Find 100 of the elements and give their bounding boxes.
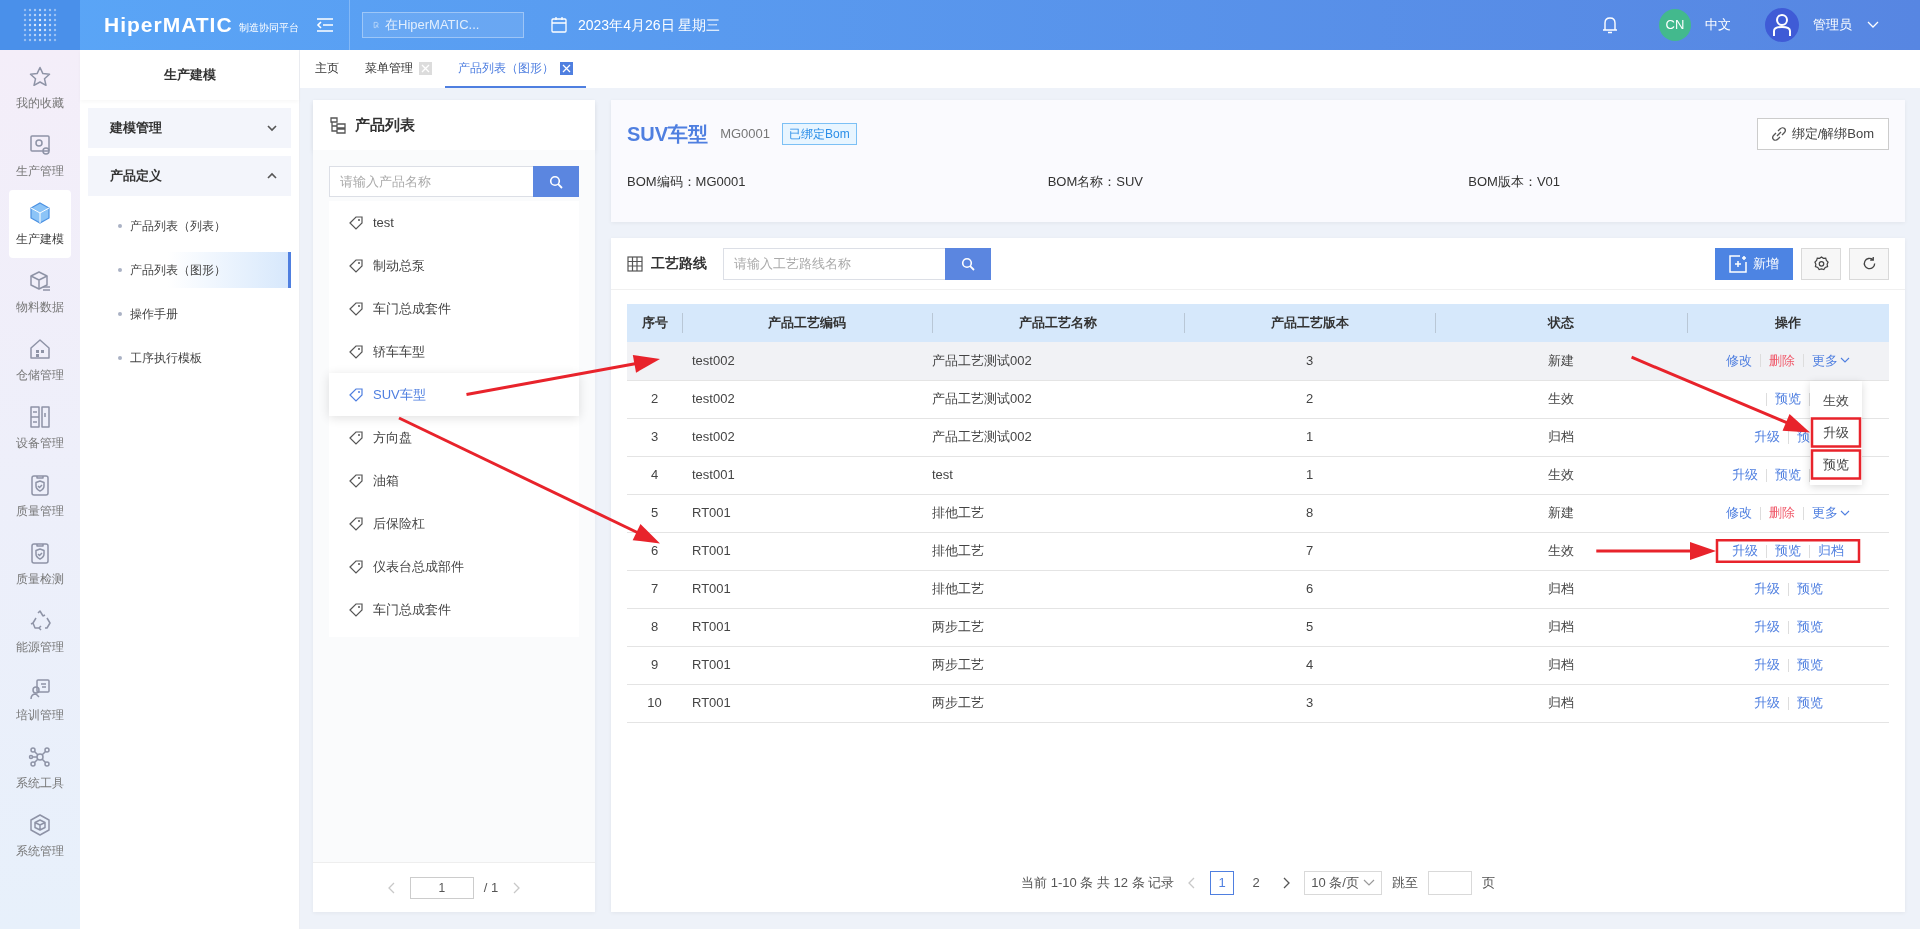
more-link[interactable]: 更多 — [1812, 503, 1850, 523]
box-icon — [28, 268, 52, 293]
field-text: BOM版本：V01 — [1468, 174, 1561, 189]
action-link[interactable]: 归档 — [1818, 541, 1844, 561]
menu-group[interactable]: 建模管理 — [88, 108, 291, 148]
page-jump-field[interactable] — [1427, 871, 1472, 895]
product-item[interactable]: test — [329, 201, 579, 244]
menu-item[interactable]: 生效 — [1810, 384, 1862, 417]
product-item[interactable]: 后保险杠 — [329, 502, 579, 545]
bind-bom-button[interactable]: 绑定/解绑Bom — [1756, 118, 1889, 150]
table-icon — [627, 255, 643, 272]
tab[interactable]: 菜单管理 — [352, 50, 445, 88]
menu-item[interactable]: 产品列表（列表） — [88, 208, 291, 244]
settings-button[interactable] — [1801, 247, 1841, 280]
refresh-button[interactable] — [1849, 247, 1889, 280]
action-link[interactable]: 修改 — [1726, 503, 1752, 523]
page-size-select[interactable]: 10 条/页 — [1304, 871, 1382, 895]
action-link[interactable]: 预览 — [1775, 465, 1801, 485]
rail-item[interactable]: 系统管理 — [9, 802, 71, 870]
product-item[interactable]: 油箱 — [329, 459, 579, 502]
action-link[interactable]: 预览 — [1796, 693, 1823, 713]
tag-icon — [349, 301, 363, 316]
add-button[interactable]: 新增 — [1715, 247, 1793, 280]
user-name[interactable]: 管理员 — [1813, 15, 1852, 35]
product-item[interactable]: 方向盘 — [329, 416, 579, 459]
action-link[interactable]: 修改 — [1726, 351, 1752, 371]
rail-item[interactable]: 生产建模 — [9, 190, 71, 258]
action-link[interactable]: 预览 — [1775, 389, 1801, 409]
action-link[interactable]: 升级 — [1753, 655, 1780, 675]
rail-item[interactable]: 培训管理 — [9, 666, 71, 734]
product-item[interactable]: 车门总成套件 — [329, 287, 579, 330]
action-link[interactable]: 升级 — [1732, 541, 1758, 561]
search-field[interactable]: 请输入工艺路线名称 — [723, 247, 945, 280]
close-icon[interactable] — [560, 61, 573, 75]
product-item[interactable]: 制动总泵 — [329, 244, 579, 287]
highlight-frame — [1810, 449, 1862, 480]
table-cell: 新建 — [1548, 353, 1574, 368]
table-cell: 归档 — [1548, 581, 1574, 597]
rail-item[interactable]: 我的收藏 — [9, 54, 71, 122]
rail-item[interactable]: 设备管理 — [9, 394, 71, 462]
table-cell: 2 — [1305, 391, 1314, 407]
shield-clipboard-icon — [28, 540, 52, 565]
chevron-right-icon — [512, 881, 521, 894]
chevron-down-icon — [1362, 879, 1375, 887]
action-link[interactable]: 预览 — [1775, 541, 1801, 561]
delete-link[interactable]: 删除 — [1769, 503, 1795, 523]
action-link[interactable]: 升级 — [1732, 465, 1758, 485]
action-link[interactable]: 升级 — [1753, 693, 1780, 713]
table-cell: 新建 — [1548, 505, 1574, 521]
language-badge[interactable]: CN — [1659, 9, 1691, 41]
table-cell: 生效 — [1548, 467, 1574, 483]
page-button[interactable]: 2 — [1244, 871, 1269, 895]
language-text[interactable]: 中文 — [1705, 15, 1731, 35]
product-item[interactable]: SUV车型 — [329, 373, 579, 416]
monitor-icon — [28, 132, 52, 157]
table-cell: RT001 — [692, 619, 731, 635]
menu-group[interactable]: 产品定义 — [88, 156, 291, 196]
search-field[interactable]: 请输入产品名称 — [329, 166, 533, 197]
rail-item[interactable]: 质量管理 — [9, 462, 71, 530]
search-button[interactable] — [945, 247, 991, 280]
chevron-down-icon[interactable] — [1866, 20, 1880, 30]
table-cell: 排他工艺 — [932, 581, 984, 597]
delete-link[interactable]: 删除 — [1769, 351, 1795, 371]
rail-item[interactable]: 系统工具 — [9, 734, 71, 802]
product-item[interactable]: 仪表台总成部件 — [329, 545, 579, 588]
table-cell: 7 — [650, 581, 659, 597]
shield-clipboard-icon — [28, 472, 52, 497]
page-button[interactable]: 1 — [1210, 871, 1235, 895]
search-icon — [549, 174, 563, 189]
network-icon — [28, 744, 52, 769]
action-link[interactable]: 预览 — [1796, 617, 1823, 637]
table-cell: 7 — [1305, 543, 1314, 559]
bell-icon[interactable] — [1601, 15, 1619, 35]
tab[interactable]: 主页 — [302, 50, 352, 88]
rail-item[interactable]: 仓储管理 — [9, 326, 71, 394]
action-link[interactable]: 预览 — [1796, 655, 1823, 675]
menu-item[interactable]: 工序执行模板 — [88, 340, 291, 376]
calendar-icon — [550, 16, 568, 34]
jump-label: 跳至 — [1391, 874, 1418, 893]
tag-icon — [349, 473, 363, 488]
action-link[interactable]: 预览 — [1796, 579, 1823, 599]
rail-item[interactable]: 物料数据 — [9, 258, 71, 326]
rail-item[interactable]: 生产管理 — [9, 122, 71, 190]
action-link[interactable]: 升级 — [1753, 617, 1780, 637]
action-link[interactable]: 升级 — [1753, 427, 1780, 447]
action-link[interactable]: 升级 — [1753, 579, 1780, 599]
product-item[interactable]: 车门总成套件 — [329, 588, 579, 631]
more-link[interactable]: 更多 — [1812, 351, 1850, 371]
tab[interactable]: 产品列表（图形） — [445, 50, 586, 88]
search-input[interactable]: 在HiperMATIC... — [383, 14, 513, 36]
menu-item[interactable]: 操作手册 — [88, 296, 291, 332]
avatar-icon[interactable] — [1765, 8, 1799, 42]
table-cell: test002 — [692, 391, 735, 407]
table-cell: 4 — [650, 467, 659, 483]
rail-item[interactable]: 质量检测 — [9, 530, 71, 598]
product-item[interactable]: 轿车车型 — [329, 330, 579, 373]
rail-item[interactable]: 能源管理 — [9, 598, 71, 666]
page-input[interactable]: 1 — [409, 876, 474, 899]
chevron-right-icon — [1282, 877, 1291, 889]
search-button[interactable] — [533, 166, 579, 197]
